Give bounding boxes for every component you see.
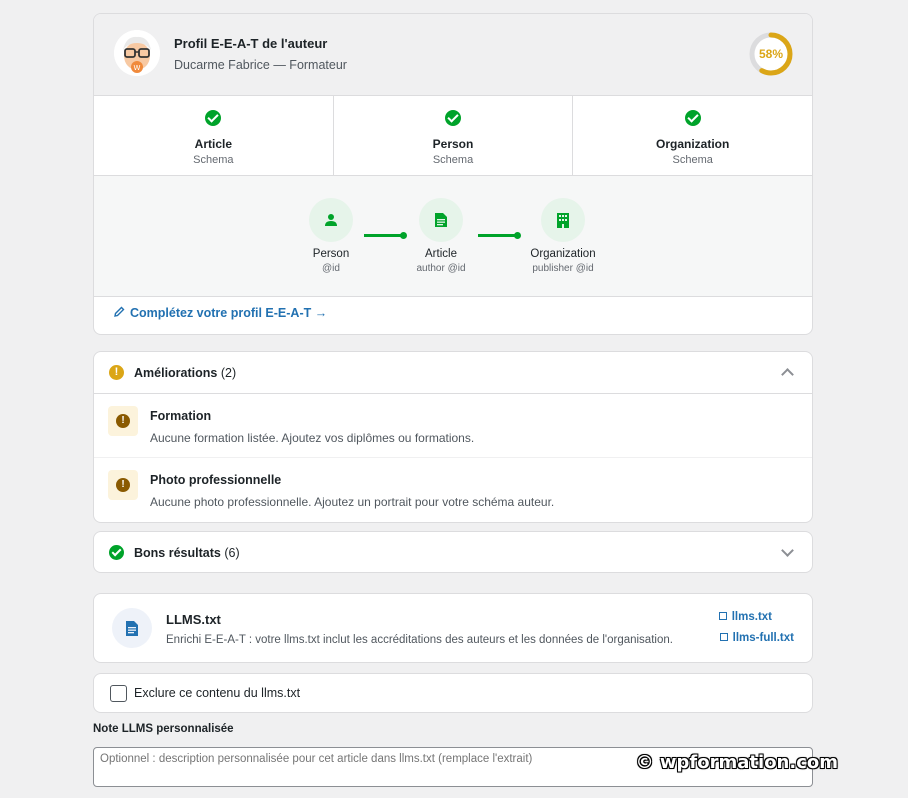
graph-node-sub: author @id [416, 263, 466, 274]
good-results-panel[interactable]: Bons résultats (6) [93, 531, 813, 573]
exclude-llms-row: Exclure ce contenu du llms.txt [93, 673, 813, 713]
exclude-llms-label[interactable]: Exclure ce contenu du llms.txt [134, 686, 300, 700]
graph-node-article: Article author @id [396, 198, 486, 274]
pencil-icon [114, 306, 125, 317]
check-icon [205, 110, 222, 126]
eeat-score-value: 58% [758, 47, 784, 61]
exclude-llms-checkbox[interactable] [110, 685, 127, 702]
schema-graph: Person @id Article author @id Organizati… [94, 176, 812, 297]
graph-node-person: Person @id [286, 198, 376, 274]
improvements-header[interactable]: ! Améliorations (2) [94, 352, 812, 394]
warning-icon: ! [109, 365, 124, 380]
graph-node-name: Article [425, 248, 457, 260]
eeat-header: W Profil E-E-A-T de l'auteur Ducarme Fab… [94, 14, 812, 96]
schema-status-row: Article Schema Person Schema Organizatio… [94, 96, 812, 176]
improvement-item: Photo professionnelle Aucune photo profe… [94, 458, 812, 522]
warning-icon [108, 470, 138, 500]
schema-cell-person: Person Schema [334, 96, 574, 175]
improvement-desc: Aucune photo professionnelle. Ajoutez un… [150, 495, 555, 509]
document-icon [112, 608, 152, 648]
schema-name: Organization [656, 137, 730, 151]
llms-txt-link-text: llms.txt [731, 611, 772, 623]
check-icon [684, 110, 701, 126]
building-icon [541, 198, 585, 242]
chevron-down-icon[interactable] [781, 544, 794, 557]
llms-txt-link[interactable]: llms.txt [718, 611, 772, 623]
complete-profile-text: Complétez votre profil E-E-A-T → [130, 306, 328, 320]
check-icon [109, 545, 124, 560]
watermark: © wpformation.com [635, 752, 838, 773]
good-results-title: Bons résultats (6) [134, 546, 240, 560]
llms-note-label: Note LLMS personnalisée [93, 723, 234, 735]
llms-card: LLMS.txt Enrichi E-E-A-T : votre llms.tx… [93, 593, 813, 663]
improvement-title: Photo professionnelle [150, 473, 282, 487]
document-icon [419, 198, 463, 242]
improvements-title-text: Améliorations [134, 366, 218, 380]
improvement-desc: Aucune formation listée. Ajoutez vos dip… [150, 431, 475, 445]
eeat-profile-card: W Profil E-E-A-T de l'auteur Ducarme Fab… [93, 13, 813, 335]
schema-type: Schema [672, 154, 713, 166]
eeat-score-gauge: 58% [748, 31, 794, 77]
improvement-title: Formation [150, 409, 212, 423]
improvements-title: Améliorations (2) [134, 366, 236, 380]
improvements-count: (2) [220, 366, 237, 380]
graph-node-name: Organization [530, 248, 596, 260]
graph-node-sub: publisher @id [532, 263, 594, 274]
schema-cell-organization: Organization Schema [573, 96, 812, 175]
svg-text:W: W [134, 64, 141, 72]
llms-description: Enrichi E-E-A-T : votre llms.txt inclut … [166, 634, 673, 646]
llms-title: LLMS.txt [166, 612, 221, 627]
llms-full-txt-link-text: llms-full.txt [732, 632, 794, 644]
schema-type: Schema [193, 154, 234, 166]
warning-icon [108, 406, 138, 436]
graph-link [478, 232, 521, 239]
schema-name: Person [432, 137, 474, 151]
external-link-icon [719, 633, 728, 641]
graph-node-sub: @id [322, 263, 340, 274]
eeat-subtitle: Ducarme Fabrice — Formateur [174, 58, 347, 72]
schema-name: Article [194, 137, 233, 151]
complete-profile-link[interactable]: Complétez votre profil E-E-A-T → [114, 306, 327, 320]
good-results-title-text: Bons résultats [134, 546, 221, 560]
good-results-count: (6) [224, 546, 240, 560]
check-icon [445, 110, 461, 126]
chevron-up-icon[interactable] [781, 368, 794, 381]
graph-node-name: Person [312, 248, 350, 260]
improvement-item: Formation Aucune formation listée. Ajout… [94, 394, 812, 458]
schema-cell-article: Article Schema [94, 96, 334, 175]
person-icon [309, 198, 353, 242]
author-avatar: W [114, 30, 160, 76]
graph-node-organization: Organization publisher @id [518, 198, 608, 274]
schema-type: Schema [432, 154, 474, 166]
llms-full-txt-link[interactable]: llms-full.txt [719, 632, 794, 644]
improvements-panel: ! Améliorations (2) Formation Aucune for… [93, 351, 813, 523]
external-link-icon [718, 612, 727, 620]
eeat-title: Profil E-E-A-T de l'auteur [174, 36, 328, 51]
